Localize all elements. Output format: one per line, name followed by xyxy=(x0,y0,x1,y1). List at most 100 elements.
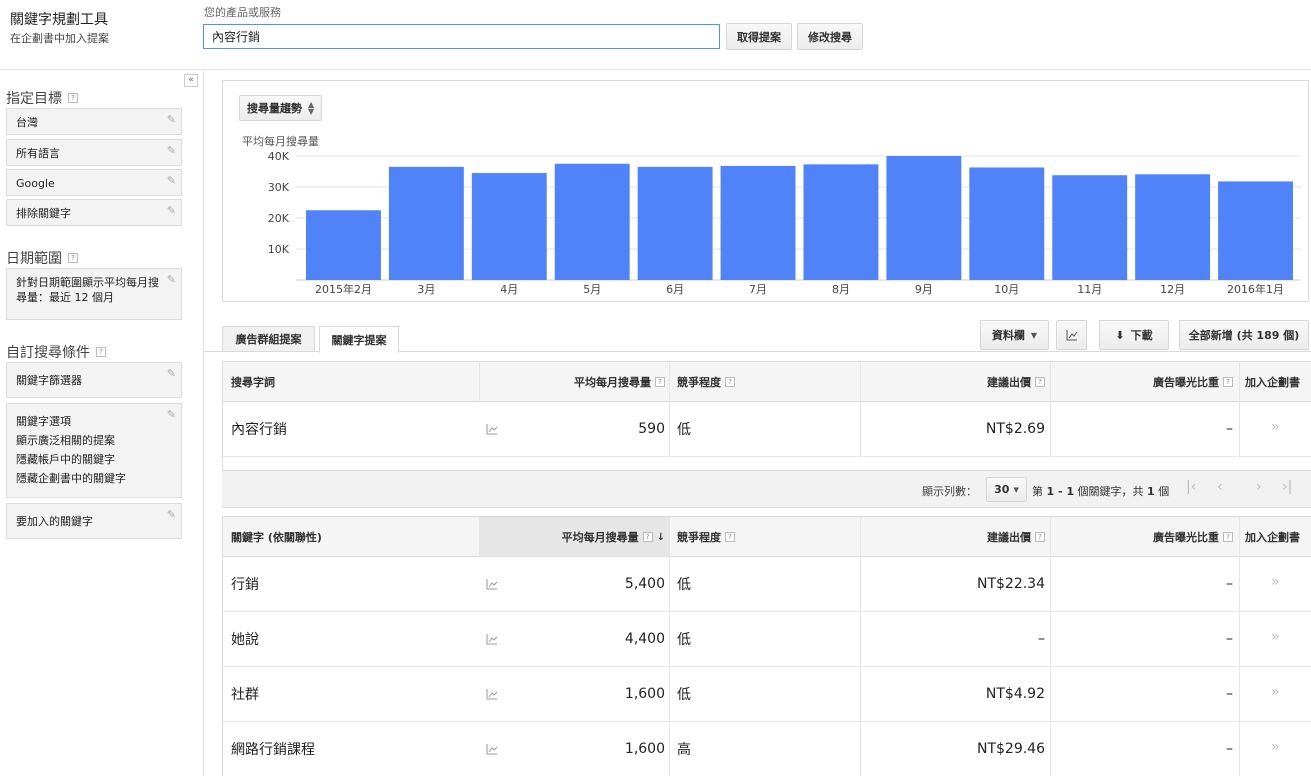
app-title[interactable]: 關鍵字規劃工具 xyxy=(10,9,108,29)
chart-bar[interactable] xyxy=(886,156,962,280)
columns-button[interactable]: 資料欄 ▼ xyxy=(980,320,1049,350)
col-keyword-relevance[interactable]: 關鍵字 (依關聯性) xyxy=(231,517,322,557)
col-competition[interactable]: 競爭程度 ? xyxy=(677,362,735,402)
add-to-plan-icon[interactable]: » xyxy=(1271,574,1280,590)
trend-chart-icon[interactable] xyxy=(486,633,498,645)
trend-chart-icon[interactable] xyxy=(486,578,498,590)
date-range-heading: 日期範圍 ? xyxy=(6,248,78,268)
add-to-plan-icon[interactable]: » xyxy=(1271,629,1280,645)
pencil-icon[interactable]: ✎ xyxy=(167,408,176,421)
table-row: 行銷 5,400 低 NT$22.34 – » xyxy=(223,557,1311,612)
product-search-input[interactable] xyxy=(203,24,720,49)
chart-bar[interactable] xyxy=(1218,181,1293,280)
help-icon[interactable]: ? xyxy=(96,347,106,357)
custom-search-heading: 自訂搜尋條件 ? xyxy=(6,342,106,362)
add-to-plan-icon[interactable]: » xyxy=(1271,684,1280,700)
suggested-bid-cell: NT$4.92 xyxy=(985,686,1045,702)
col-avg-monthly-searches[interactable]: 平均每月搜尋量 ? xyxy=(479,362,665,402)
col-ad-impression-share[interactable]: 廣告曝光比重 ? xyxy=(1053,517,1233,557)
pencil-icon[interactable]: ✎ xyxy=(167,273,176,286)
add-to-plan-icon[interactable]: » xyxy=(1271,419,1280,435)
y-tick-label: 10K xyxy=(268,243,290,256)
targeting-language-label: 所有語言 xyxy=(16,147,60,160)
date-range-box[interactable]: 針對日期範圍顯示平均每月搜尋量：最近 12 個月 ✎ xyxy=(6,268,182,320)
download-button[interactable]: ⬇ 下載 xyxy=(1099,320,1169,350)
col-competition[interactable]: 競爭程度 ? xyxy=(677,517,735,557)
pencil-icon[interactable]: ✎ xyxy=(167,113,176,126)
keyword-options-box[interactable]: 關鍵字選項 顯示廣泛相關的提案 隱藏帳戶中的關鍵字 隱藏企劃書中的關鍵字 ✎ xyxy=(6,403,182,498)
help-icon[interactable]: ? xyxy=(655,377,665,387)
col-suggested-bid[interactable]: 建議出價 ? xyxy=(863,517,1045,557)
trend-chart-icon[interactable] xyxy=(486,688,498,700)
chart-bar[interactable] xyxy=(1052,175,1128,280)
targeting-negative-keywords[interactable]: 排除關鍵字 ✎ xyxy=(6,199,182,226)
pencil-icon[interactable]: ✎ xyxy=(167,508,176,521)
get-ideas-button[interactable]: 取得提案 xyxy=(726,23,792,50)
first-page-icon[interactable]: |‹ xyxy=(1186,479,1196,495)
chart-bar[interactable] xyxy=(306,210,381,280)
pencil-icon[interactable]: ✎ xyxy=(167,174,176,187)
col-suggested-bid[interactable]: 建議出價 ? xyxy=(863,362,1045,402)
page-info: 第 1 - 1 個關鍵字，共 1 個 xyxy=(1032,483,1169,499)
last-page-icon[interactable]: ›| xyxy=(1282,479,1292,495)
chart-bar[interactable] xyxy=(471,173,547,280)
help-icon[interactable]: ? xyxy=(1223,532,1233,542)
help-icon[interactable]: ? xyxy=(725,377,735,387)
x-tick-label: 3月 xyxy=(417,283,435,296)
help-icon[interactable]: ? xyxy=(642,532,653,542)
y-tick-label: 20K xyxy=(268,212,290,225)
keyword-options-title: 關鍵字選項 xyxy=(16,415,71,428)
page-total: 1 xyxy=(1147,485,1155,498)
help-icon[interactable]: ? xyxy=(1035,377,1045,387)
col-ad-impression-share[interactable]: 廣告曝光比重 ? xyxy=(1053,362,1233,402)
chart-bar[interactable] xyxy=(1135,174,1211,280)
y-tick-label: 30K xyxy=(268,181,290,194)
targeting-language[interactable]: 所有語言 ✎ xyxy=(6,139,182,166)
col-search-term[interactable]: 搜尋字詞 xyxy=(231,362,275,402)
help-icon[interactable]: ? xyxy=(68,253,78,263)
col-impr-label: 廣告曝光比重 xyxy=(1153,531,1219,544)
help-icon[interactable]: ? xyxy=(725,532,735,542)
next-page-icon[interactable]: › xyxy=(1256,479,1262,495)
keyword-filter-box[interactable]: 關鍵字篩選器 ✎ xyxy=(6,362,182,398)
add-to-plan-icon[interactable]: » xyxy=(1271,739,1280,755)
add-all-button[interactable]: 全部新增 (共 189 個) xyxy=(1179,320,1309,350)
chart-toggle-button[interactable] xyxy=(1056,320,1087,350)
competition-cell: 低 xyxy=(677,632,691,648)
collapse-sidebar-button[interactable]: « xyxy=(184,74,198,87)
targeting-network[interactable]: Google ✎ xyxy=(6,169,182,196)
col-competition-label: 競爭程度 xyxy=(677,376,721,389)
col-impr-label: 廣告曝光比重 xyxy=(1153,376,1219,389)
search-volume-chart: 10K 20K 30K 40K 2015年2月 3月 4月 5月 6月 7月 8月 9月 10月 11月 1… xyxy=(268,150,1301,296)
page-info-prefix: 第 xyxy=(1032,485,1047,498)
chart-bar[interactable] xyxy=(803,164,879,280)
table-row: 網路行銷課程 1,600 高 NT$29.46 – » xyxy=(223,722,1311,776)
chart-bar[interactable] xyxy=(637,166,713,280)
modify-search-button[interactable]: 修改搜尋 xyxy=(797,23,863,50)
page-range: 1 - 1 xyxy=(1046,485,1075,498)
pencil-icon[interactable]: ✎ xyxy=(167,204,176,217)
help-icon[interactable]: ? xyxy=(1223,377,1233,387)
table-row: 她說 4,400 低 – – » xyxy=(223,612,1311,667)
help-icon[interactable]: ? xyxy=(68,93,78,103)
table-header: 搜尋字詞 平均每月搜尋量 ? 競爭程度 ? 建議出價 ? 廣告曝光比重 ? 加入… xyxy=(223,361,1311,402)
chart-bar[interactable] xyxy=(554,163,630,280)
chart-bar[interactable] xyxy=(969,167,1045,280)
table-row: 社群 1,600 低 NT$4.92 – » xyxy=(223,667,1311,722)
columns-button-label: 資料欄 xyxy=(991,329,1025,342)
chart-bar[interactable] xyxy=(388,166,464,280)
trend-chart-icon[interactable] xyxy=(486,423,498,435)
targeting-location[interactable]: 台灣 ✎ xyxy=(6,108,182,135)
tab-keyword-ideas[interactable]: 關鍵字提案 xyxy=(319,326,399,353)
rows-per-page-select[interactable]: 30 ▼ xyxy=(986,477,1027,502)
trend-chart-icon[interactable] xyxy=(486,743,498,755)
chart-bar[interactable] xyxy=(720,165,796,280)
col-avg-monthly-searches[interactable]: 平均每月搜尋量 ? ↓ xyxy=(479,517,665,557)
help-icon[interactable]: ? xyxy=(1035,532,1045,542)
pencil-icon[interactable]: ✎ xyxy=(167,367,176,380)
prev-page-icon[interactable]: ‹ xyxy=(1217,479,1223,495)
keywords-to-include-box[interactable]: 要加入的關鍵字 ✎ xyxy=(6,503,182,539)
tab-ad-group-ideas[interactable]: 廣告群組提案 xyxy=(222,326,315,352)
table-header: 關鍵字 (依關聯性) 平均每月搜尋量 ? ↓ 競爭程度 ? 建議出價 ? 廣告曝… xyxy=(223,516,1311,557)
pencil-icon[interactable]: ✎ xyxy=(167,144,176,157)
